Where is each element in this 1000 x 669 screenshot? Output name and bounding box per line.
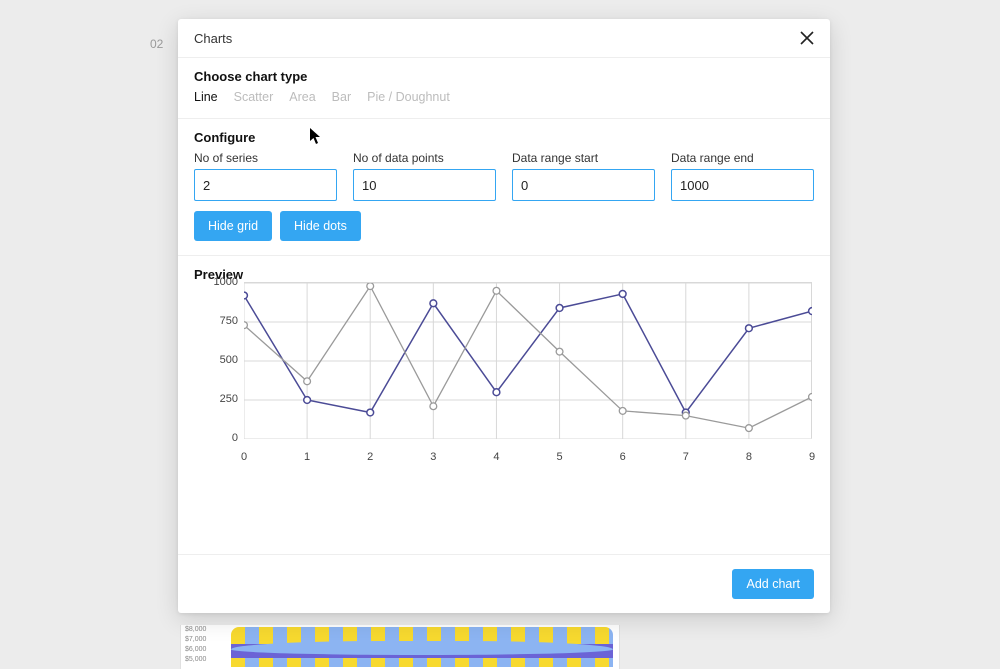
series-dot — [367, 409, 374, 416]
preview-chart: 02505007501000 0123456789 — [194, 282, 812, 467]
series-dot — [430, 300, 437, 307]
series-dot — [304, 397, 311, 404]
input-no-of-points[interactable] — [353, 169, 496, 201]
configure-heading: Configure — [194, 130, 814, 145]
x-tick: 4 — [493, 451, 499, 463]
preview-heading: Preview — [194, 267, 814, 282]
series-dot — [556, 348, 563, 355]
series-dot — [493, 287, 500, 294]
x-tick: 7 — [683, 451, 689, 463]
tab-bar[interactable]: Bar — [332, 90, 351, 104]
series-dot — [619, 408, 626, 415]
input-range-start[interactable] — [512, 169, 655, 201]
label-no-of-points: No of data points — [353, 151, 496, 165]
choose-chart-type-section: Choose chart type Line Scatter Area Bar … — [178, 58, 830, 119]
x-tick: 8 — [746, 451, 752, 463]
choose-heading: Choose chart type — [194, 69, 814, 84]
input-range-end[interactable] — [671, 169, 814, 201]
series-dot — [809, 393, 812, 400]
series-dot — [809, 308, 812, 315]
series-dot — [244, 322, 247, 329]
page-number: 02 — [150, 37, 163, 51]
x-tick: 6 — [620, 451, 626, 463]
series-dot — [745, 325, 752, 332]
tab-line[interactable]: Line — [194, 90, 218, 104]
series-dot — [367, 283, 374, 290]
background-area-chart: $8,000 $7,000 $6,000 $5,000 — [180, 625, 620, 669]
y-tick: 250 — [220, 393, 238, 405]
series-dot — [430, 403, 437, 410]
bg-axis-label: $8,000 — [185, 625, 206, 635]
chart-type-tabs: Line Scatter Area Bar Pie / Doughnut — [194, 90, 814, 104]
modal-title: Charts — [194, 31, 232, 46]
y-tick: 500 — [220, 354, 238, 366]
tab-scatter[interactable]: Scatter — [234, 90, 274, 104]
input-no-of-series[interactable] — [194, 169, 337, 201]
bg-axis-label: $6,000 — [185, 645, 206, 655]
series-dot — [244, 292, 247, 299]
series-dot — [745, 425, 752, 432]
series-line-1 — [244, 294, 812, 413]
x-tick: 2 — [367, 451, 373, 463]
y-tick: 1000 — [214, 276, 238, 288]
x-tick: 1 — [304, 451, 310, 463]
x-tick: 5 — [556, 451, 562, 463]
tab-pie[interactable]: Pie / Doughnut — [367, 90, 450, 104]
close-button[interactable] — [798, 29, 816, 47]
add-chart-button[interactable]: Add chart — [732, 569, 814, 599]
hide-dots-button[interactable]: Hide dots — [280, 211, 361, 241]
series-dot — [619, 291, 626, 298]
series-dot — [556, 305, 563, 312]
y-tick: 0 — [232, 432, 238, 444]
x-tick: 0 — [241, 451, 247, 463]
bg-axis-label: $7,000 — [185, 635, 206, 645]
preview-section: Preview 0 250 500 750 1000 0 1 2 3 4 5 6 7 8 9 — [178, 256, 830, 469]
label-no-of-series: No of series — [194, 151, 337, 165]
series-dot — [682, 412, 689, 419]
bg-axis-label: $5,000 — [185, 655, 206, 665]
label-range-start: Data range start — [512, 151, 655, 165]
charts-modal: Charts Choose chart type Line Scatter Ar… — [178, 19, 830, 613]
series-dot — [493, 389, 500, 396]
configure-section: Configure No of series No of data points… — [178, 119, 830, 256]
series-dot — [304, 378, 311, 385]
hide-grid-button[interactable]: Hide grid — [194, 211, 272, 241]
tab-area[interactable]: Area — [289, 90, 315, 104]
close-icon — [800, 31, 814, 45]
x-tick: 9 — [809, 451, 815, 463]
chart-svg — [244, 283, 812, 439]
x-tick: 3 — [430, 451, 436, 463]
label-range-end: Data range end — [671, 151, 814, 165]
y-tick: 750 — [220, 315, 238, 327]
